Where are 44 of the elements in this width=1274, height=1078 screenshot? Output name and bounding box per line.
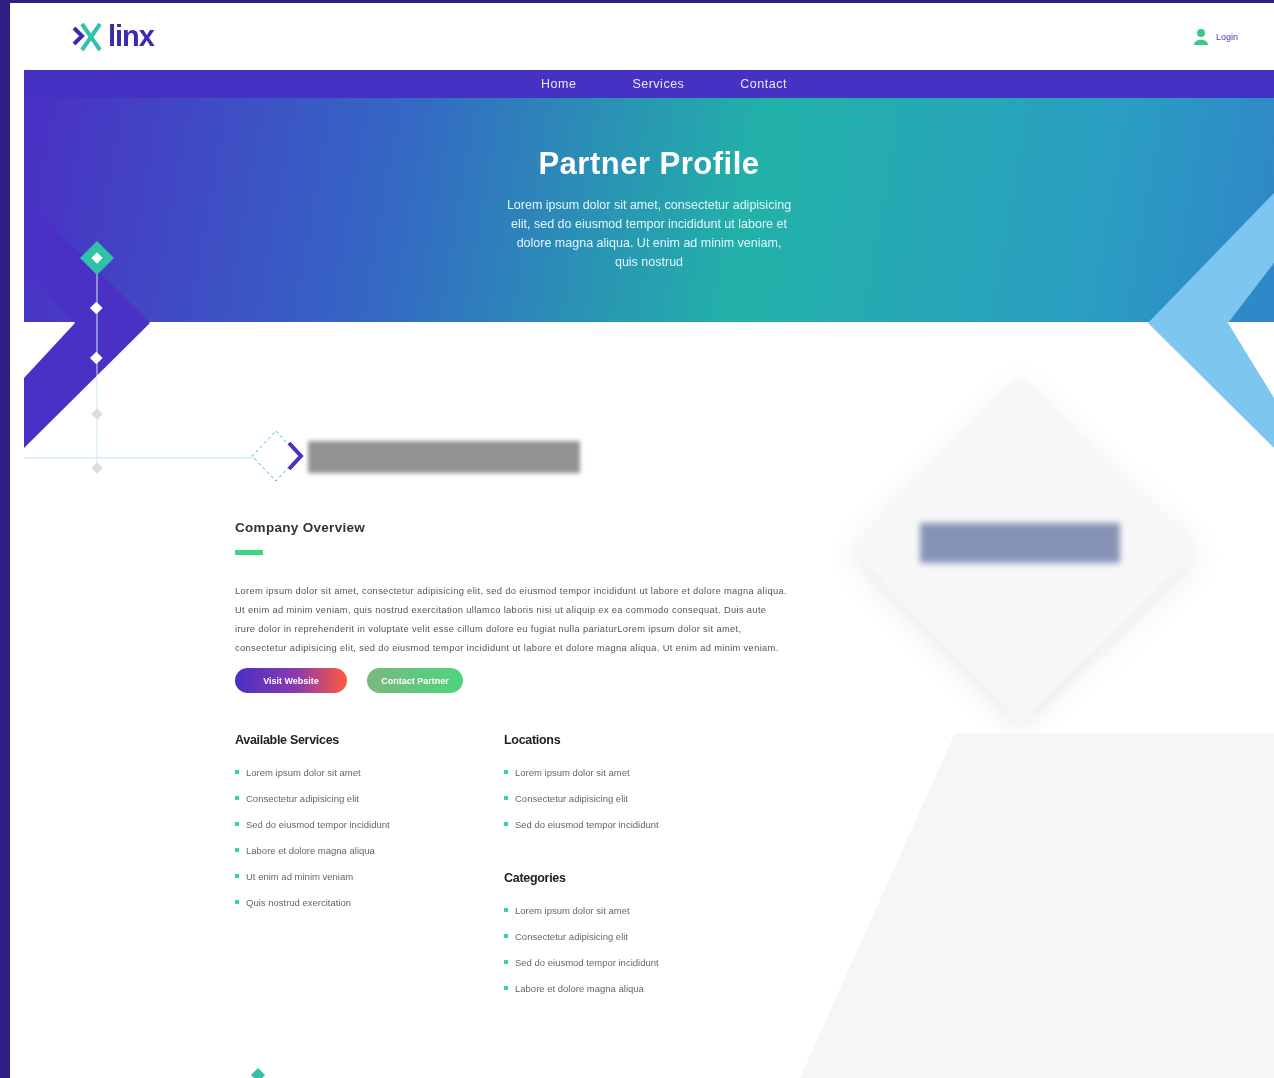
section-heading: Company Overview: [235, 520, 367, 535]
logo-text[interactable]: linx: [108, 20, 154, 53]
list-item: Labore et dolore magna aliqua: [515, 982, 644, 994]
section-heading: Categories: [504, 871, 567, 885]
list-item: Quis nostrud exercitation: [246, 896, 352, 908]
nav-link[interactable]: Contact: [712, 77, 815, 91]
user-icon[interactable]: [1193, 28, 1208, 45]
bullet-icon: [504, 796, 508, 800]
section-heading: Available Services: [235, 733, 340, 747]
list-item: Sed do eiusmod tempor incididunt: [246, 818, 390, 830]
bullet-icon: [504, 960, 508, 964]
diamond-chevron-icon: [251, 430, 304, 482]
section-heading: Locations: [504, 733, 562, 747]
list-item: Consectetur adipisicing elit: [515, 930, 628, 942]
bullet-icon: [504, 822, 508, 826]
logo-icon: [72, 21, 104, 52]
bullet-icon: [235, 874, 239, 878]
nav-link[interactable]: Services: [604, 77, 713, 91]
diamond-icon: [250, 1067, 266, 1078]
list-item: Lorem ipsum dolor sit amet: [515, 904, 630, 916]
list-item: Consectetur adipisicing elit: [246, 792, 359, 804]
list-item: Lorem ipsum dolor sit amet: [246, 766, 361, 778]
bullet-icon: [235, 822, 239, 826]
bullet-icon: [504, 908, 508, 912]
list-item: Sed do eiusmod tempor incididunt: [515, 956, 659, 968]
bullet-icon: [235, 848, 239, 852]
overview-text: Lorem ipsum dolor sit amet, consectetur adipisicing elit, sed do eiusmod tempor incididunt ut labore et dolore magna aliqua. Ut enim ad minim veniam, quis nostrud exercitation ullamco laboris nisi ut aliquip ex ea commodo consequat. Duis aute irure dolor in reprehenderit in voluptate velit esse cillum dolore eu fugiat nulla pariaturLorem ipsum dolor sit amet, consectetur adipisicing elit, sed do eiusmod tempor incididunt ut labore et dolore magna aliqua. Ut enim ad minim veniam.: [235, 585, 787, 655]
bullet-icon: [235, 770, 239, 774]
page-title: Partner Profile: [538, 146, 760, 182]
list-item: Lorem ipsum dolor sit amet: [515, 766, 630, 778]
login-link[interactable]: Login: [1215, 31, 1238, 42]
list-item: Ut enim ad minim veniam: [246, 870, 354, 882]
bullet-icon: [504, 770, 508, 774]
list-item: Labore et dolore magna aliqua: [246, 844, 375, 856]
hero-description: Lorem ipsum dolor sit amet, consectetur adipisicing elit, sed do eiusmod tempor incididunt ut labore et dolore magna aliqua. Ut enim ad minim veniam, quis nostrud: [506, 197, 792, 271]
visit-website-button[interactable]: Visit Website: [235, 668, 347, 693]
list-item: Consectetur adipisicing elit: [515, 792, 628, 804]
bullet-icon: [504, 986, 508, 990]
bullet-icon: [235, 796, 239, 800]
list-item: Sed do eiusmod tempor incididunt: [515, 818, 659, 830]
bullet-icon: [504, 934, 508, 938]
nav-link[interactable]: Home: [513, 77, 605, 91]
bullet-icon: [235, 900, 239, 904]
heading-underline: [235, 550, 263, 555]
